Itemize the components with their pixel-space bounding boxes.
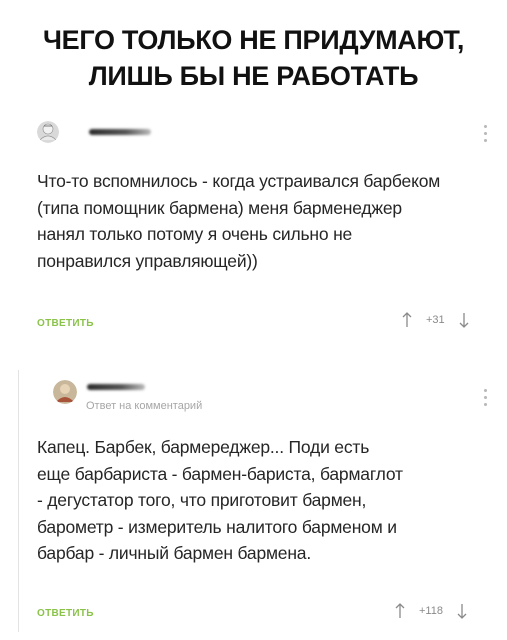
arrow-down-icon[interactable] (457, 603, 467, 619)
arrow-up-icon[interactable] (395, 603, 405, 619)
comment-line: нанял только потому я очень сильно не (37, 224, 353, 244)
comment-line: барометр - измеритель налитого барменом … (37, 516, 397, 537)
comment-line: (типа помощник бармена) меня барменеджер (37, 197, 402, 218)
headline-line-1: ЧЕГО ТОЛЬКО НЕ ПРИДУМАЮТ, (42, 25, 465, 55)
comment-line: барбар - личный бармен бармена. (37, 543, 311, 563)
rating-count: +118 (419, 605, 443, 617)
thread-line (18, 370, 19, 632)
comment-1-header (37, 121, 151, 143)
more-vertical-icon[interactable] (482, 389, 488, 406)
arrow-up-icon[interactable] (402, 312, 412, 328)
avatar-icon (53, 380, 77, 404)
comment-2-text: Капец. Барбек, бармереджер... Поди есть … (37, 434, 497, 567)
username-redacted[interactable] (89, 129, 151, 135)
avatar-icon (37, 121, 59, 143)
reply-button[interactable]: ОТВЕТИТЬ (37, 608, 94, 619)
avatar[interactable] (53, 380, 77, 404)
rating-count: +31 (426, 314, 445, 326)
vote-control: +31 (402, 312, 469, 328)
meme-headline: ЧЕГО ТОЛЬКО НЕ ПРИДУМАЮТ, ЛИШЬ БЫ НЕ РАБ… (0, 22, 507, 94)
username-redacted[interactable] (87, 384, 145, 390)
comment-line: - дегустатор того, что приготовит бармен… (37, 490, 367, 510)
comment-line: Что-то вспомнилось - когда устраивался б… (37, 171, 441, 191)
comment-line: понравился управляющей)) (37, 250, 258, 271)
arrow-down-icon[interactable] (459, 312, 469, 328)
reply-to-label[interactable]: Ответ на комментарий (86, 400, 202, 412)
comment-line: Капец. Барбек, бармереджер... Поди есть (37, 437, 370, 457)
avatar[interactable] (37, 121, 59, 143)
comment-line: еще барбариста - бармен-бариста, бармагл… (37, 463, 403, 484)
vote-control: +118 (395, 603, 467, 619)
comment-1-text: Что-то вспомнилось - когда устраивался б… (37, 168, 492, 274)
headline-line-2: ЛИШЬ БЫ НЕ РАБОТАТЬ (88, 61, 419, 91)
more-vertical-icon[interactable] (482, 125, 488, 142)
reply-button[interactable]: ОТВЕТИТЬ (37, 318, 94, 329)
